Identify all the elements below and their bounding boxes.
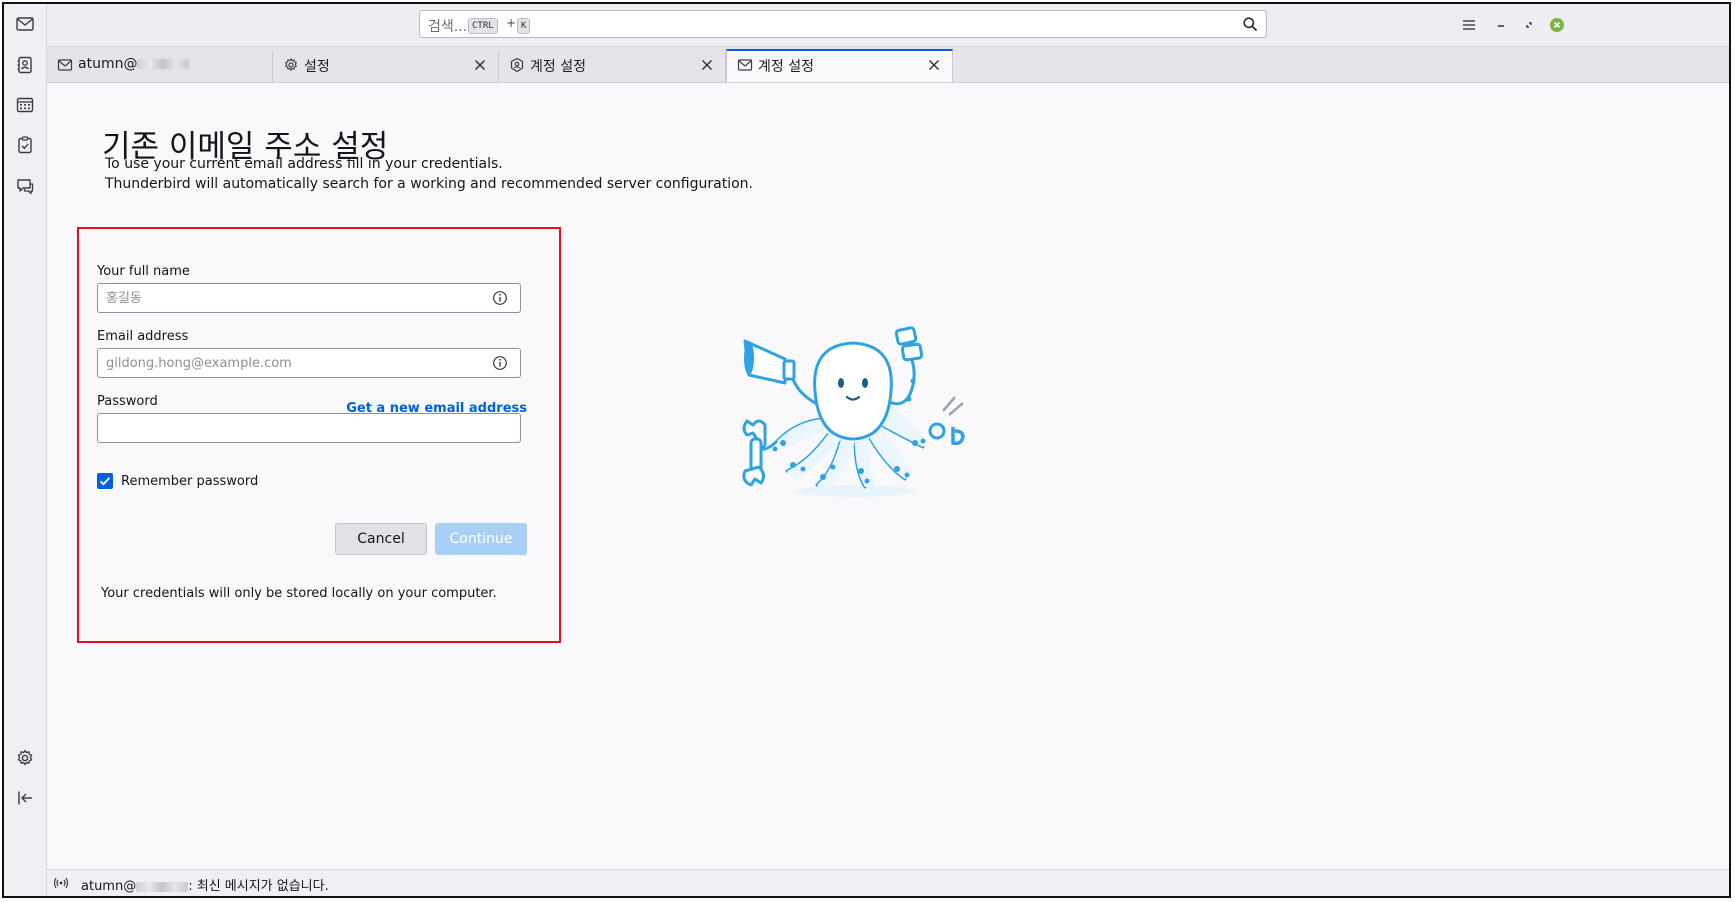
redacted-text: [137, 59, 190, 69]
restore-icon: [1526, 22, 1532, 28]
address-book-space-button[interactable]: [13, 53, 37, 77]
calendar-icon: [16, 97, 34, 113]
tab-account-setup[interactable]: 계정 설정: [726, 49, 953, 82]
account-setup-page: 기존 이메일 주소 설정 To use your current email a…: [47, 83, 1729, 870]
tab-bar: atumn@ 설정 계정 설정 계정 설정: [47, 47, 1729, 83]
status-message: atumn@ : 최신 메시지가 없습니다.: [81, 875, 329, 894]
tab-inbox[interactable]: atumn@: [47, 51, 273, 82]
calendar-space-button[interactable]: [13, 93, 37, 117]
mail-icon: [57, 59, 73, 71]
redacted-text: [136, 881, 189, 892]
info-icon[interactable]: [492, 355, 508, 371]
full-name-input[interactable]: [97, 283, 521, 313]
gear-icon: [17, 749, 33, 766]
close-window-icon: [1550, 18, 1564, 32]
chat-space-button[interactable]: [13, 174, 37, 198]
close-tab-icon[interactable]: [472, 57, 488, 73]
tab-label: 계정 설정: [530, 59, 586, 75]
shortcut-k-key: K: [517, 18, 531, 34]
top-toolbar: 검색... CTRL + K: [47, 4, 1729, 47]
mail-icon: [737, 59, 753, 71]
status-info: : 최신 메시지가 없습니다.: [188, 879, 329, 894]
shortcut-ctrl-key: CTRL: [468, 18, 498, 34]
devices-icon: [894, 326, 923, 362]
close-tab-icon[interactable]: [699, 57, 715, 73]
chat-icon: [17, 179, 34, 195]
close-window-button[interactable]: [1548, 16, 1566, 34]
page-description-line-1: To use your current email address fill i…: [105, 156, 503, 172]
status-bar: atumn@ : 최신 메시지가 없습니다.: [47, 869, 1729, 896]
app-menu-button[interactable]: [1460, 16, 1478, 34]
checkmark-icon: [99, 477, 111, 486]
password-label: Password: [97, 394, 158, 409]
minimize-button[interactable]: [1492, 16, 1510, 34]
global-search-box[interactable]: 검색... CTRL + K: [419, 10, 1267, 38]
status-account: atumn@: [81, 879, 137, 894]
gear-icon: [285, 58, 297, 71]
password-input[interactable]: [97, 413, 521, 443]
credentials-note: Your credentials will only be stored loc…: [101, 586, 497, 601]
account-settings-icon: [510, 57, 524, 73]
remember-password-label[interactable]: Remember password: [121, 474, 258, 489]
mail-space-button[interactable]: [13, 12, 37, 36]
tab-label: atumn@: [78, 56, 138, 72]
search-placeholder: 검색...: [428, 19, 468, 35]
hamburger-menu-icon: [1463, 20, 1475, 30]
tab-label: 설정: [304, 59, 330, 75]
credentials-form-highlight: Your full name Email address Get a new e…: [77, 227, 561, 643]
collapse-toolbar-button[interactable]: [13, 786, 37, 810]
email-label: Email address: [97, 329, 189, 344]
info-icon[interactable]: [492, 290, 508, 306]
address-book-icon: [17, 56, 32, 74]
app-window: 검색... CTRL + K atumn@ 설정 계정 설정 계정 설정 기존 …: [2, 2, 1731, 898]
online-status-icon[interactable]: [53, 875, 69, 891]
minimize-icon: [1498, 25, 1504, 27]
megaphone-icon: [743, 339, 796, 385]
page-description-line-2: Thunderbird will automatically search fo…: [105, 176, 753, 192]
tasks-icon: [18, 136, 32, 154]
scissors-icon: [928, 396, 965, 446]
spaces-toolbar: [4, 4, 47, 896]
tab-account-settings[interactable]: 계정 설정: [499, 51, 726, 82]
octopus-mascot-illustration: [742, 326, 965, 497]
email-input[interactable]: [97, 348, 521, 378]
restore-button[interactable]: [1520, 16, 1538, 34]
full-name-label: Your full name: [97, 264, 190, 279]
settings-button[interactable]: [13, 746, 37, 770]
wrench-icon: [742, 419, 767, 487]
remember-password-checkbox[interactable]: [97, 473, 113, 489]
tab-label: 계정 설정: [758, 59, 814, 75]
cancel-button[interactable]: Cancel: [335, 523, 427, 555]
continue-button[interactable]: Continue: [435, 523, 527, 555]
close-tab-icon[interactable]: [926, 57, 942, 73]
search-icon[interactable]: [1242, 16, 1258, 32]
shortcut-plus: +: [506, 16, 517, 30]
mail-icon: [16, 17, 34, 31]
tasks-space-button[interactable]: [13, 133, 37, 157]
collapse-left-icon: [18, 791, 32, 805]
tab-settings[interactable]: 설정: [273, 51, 499, 82]
